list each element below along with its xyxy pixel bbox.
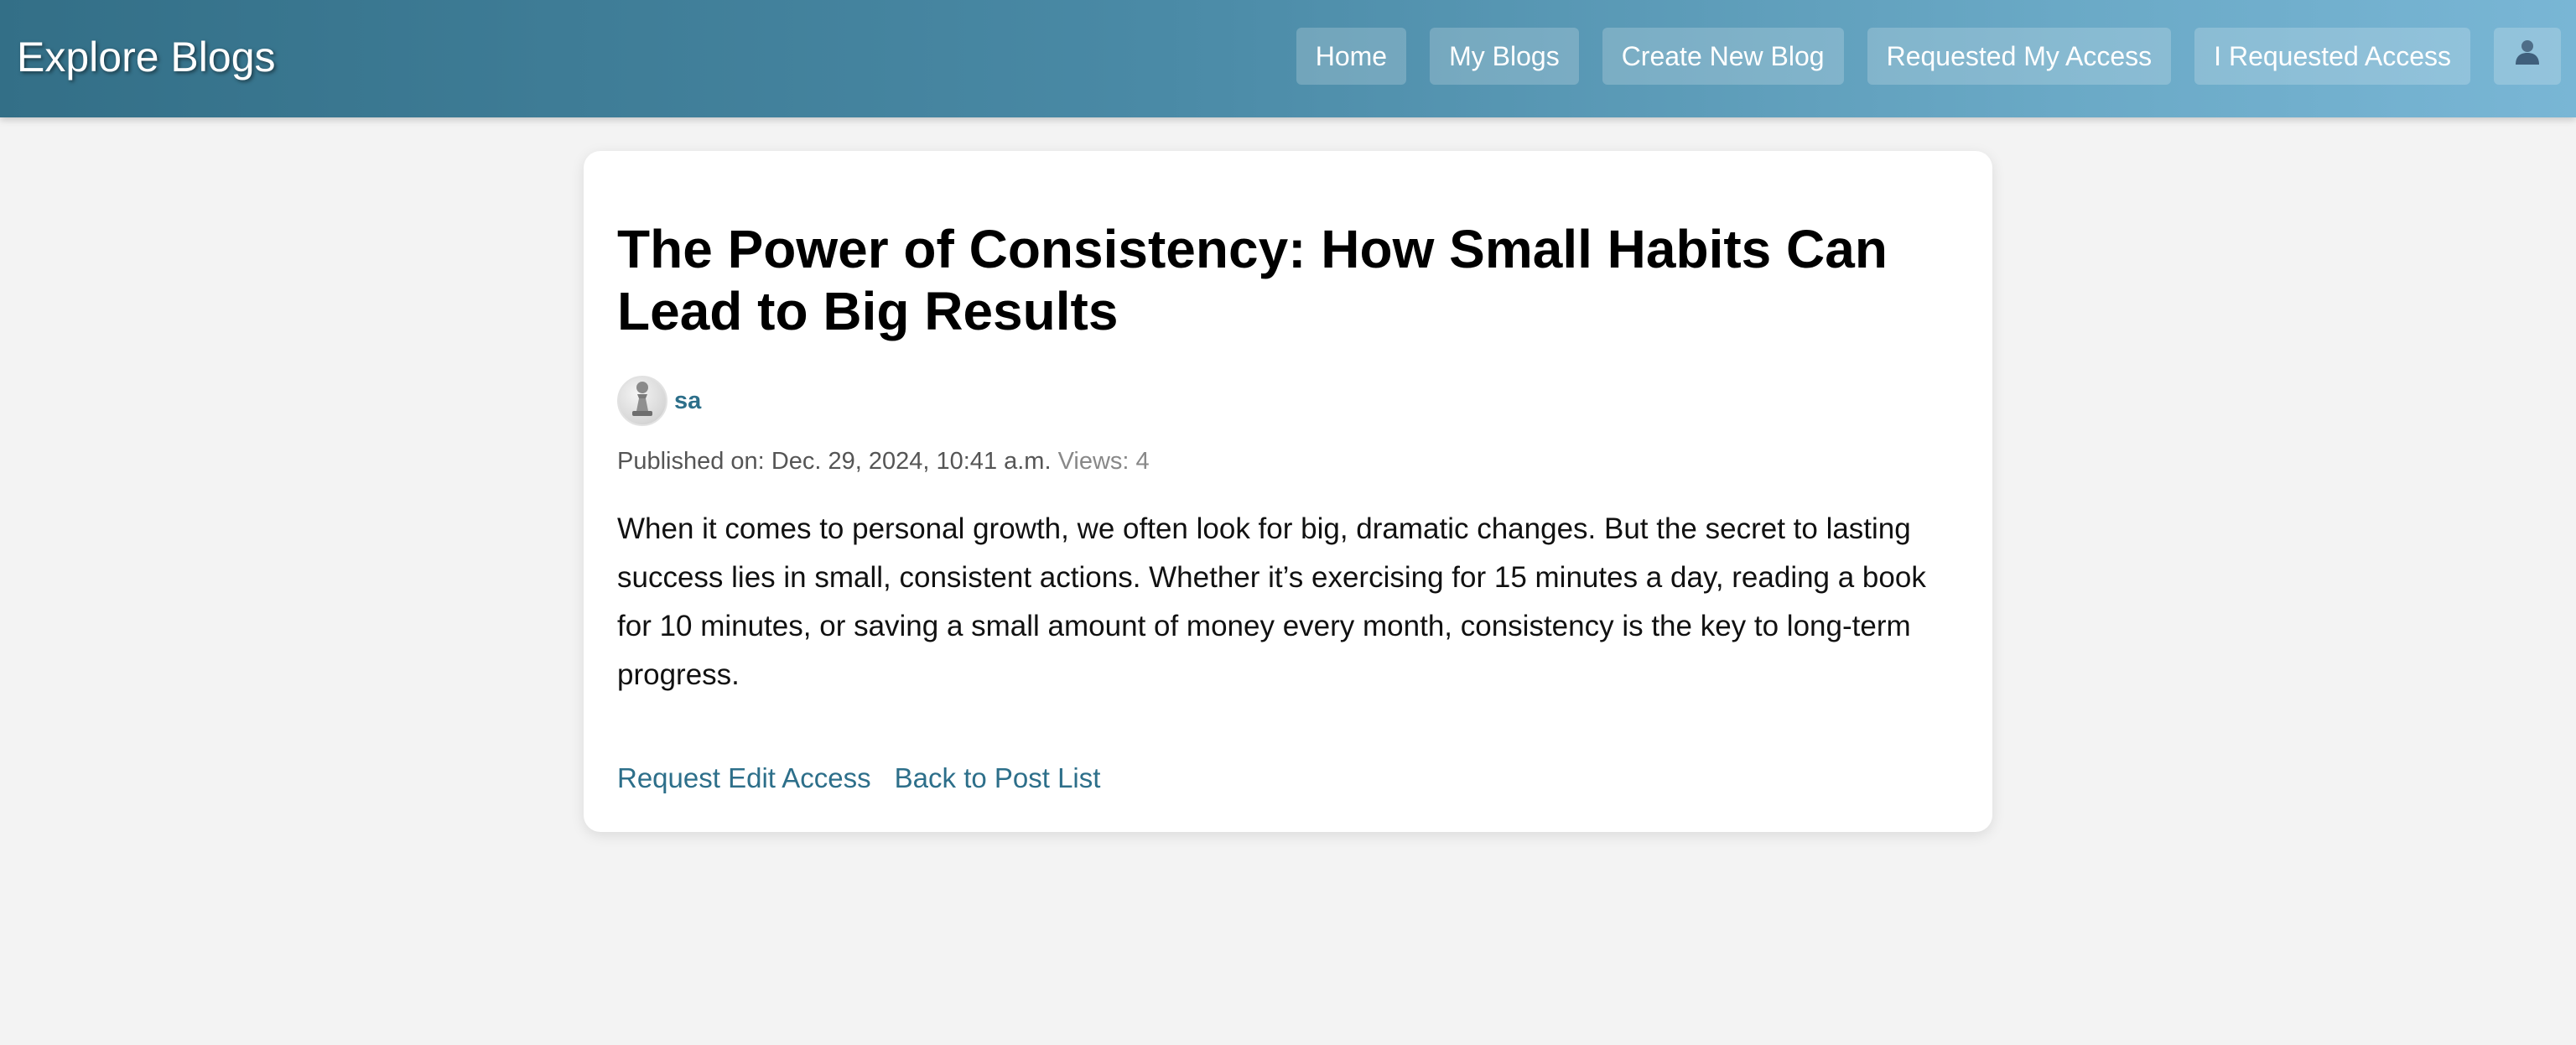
top-navbar: Explore Blogs Home My Blogs Create New B… bbox=[0, 0, 2576, 117]
author-name[interactable]: sa bbox=[674, 387, 701, 415]
published-label: Published on: bbox=[617, 448, 765, 475]
author-avatar[interactable] bbox=[617, 376, 667, 426]
views-count: Views: 4 bbox=[1057, 448, 1150, 475]
site-brand[interactable]: Explore Blogs bbox=[17, 32, 276, 82]
nav-requested-my-access-button[interactable]: Requested My Access bbox=[1867, 28, 2172, 85]
profile-button[interactable] bbox=[2494, 28, 2561, 85]
nav-create-new-blog-button[interactable]: Create New Blog bbox=[1602, 28, 1844, 85]
nav-links: Home My Blogs Create New Blog Requested … bbox=[1296, 28, 2561, 85]
post-card: The Power of Consistency: How Small Habi… bbox=[584, 151, 1992, 832]
published-date: Dec. 29, 2024, 10:41 a.m. bbox=[771, 448, 1052, 475]
nav-i-requested-access-button[interactable]: I Requested Access bbox=[2194, 28, 2470, 85]
nav-home-button[interactable]: Home bbox=[1296, 28, 1407, 85]
post-title: The Power of Consistency: How Small Habi… bbox=[617, 219, 1888, 341]
post-actions: Request Edit Access Back to Post List bbox=[617, 760, 1100, 797]
post-body: When it comes to personal growth, we oft… bbox=[617, 512, 1926, 691]
chess-pawn-icon bbox=[626, 379, 659, 424]
user-icon bbox=[2513, 28, 2542, 85]
back-to-post-list-link[interactable]: Back to Post List bbox=[895, 760, 1101, 797]
request-edit-access-link[interactable]: Request Edit Access bbox=[617, 760, 871, 797]
nav-my-blogs-button[interactable]: My Blogs bbox=[1430, 28, 1579, 85]
author-row: sa bbox=[617, 376, 701, 426]
post-meta: Published on: Dec. 29, 2024, 10:41 a.m. … bbox=[617, 445, 1150, 478]
